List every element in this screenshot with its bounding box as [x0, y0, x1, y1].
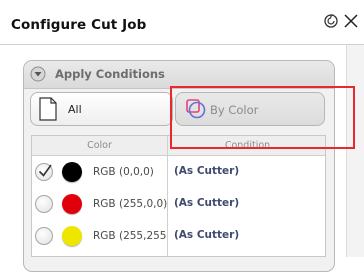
- checkmark-icon: [38, 164, 52, 177]
- collapse-chevron-icon[interactable]: [30, 66, 46, 82]
- column-header-condition: Condition: [224, 140, 271, 151]
- row-checkbox[interactable]: [35, 227, 53, 245]
- panel-title: Apply Conditions: [55, 67, 165, 81]
- color-swatch: [62, 226, 82, 246]
- dialog-title: Configure Cut Job: [11, 17, 147, 33]
- rgb-value: RGB (255,0,0): [93, 198, 167, 210]
- rgb-value: RGB (255,255,0): [93, 230, 167, 242]
- condition-value[interactable]: (As Cutter): [174, 197, 239, 209]
- apply-by-color-label: By Color: [210, 103, 259, 117]
- title-icons: [322, 12, 360, 30]
- apply-all-label: All: [68, 103, 82, 116]
- document-icon: [39, 97, 57, 121]
- apply-all-button[interactable]: All: [30, 92, 173, 126]
- table-row[interactable]: RGB (255,0,0) (As Cutter): [32, 193, 325, 224]
- column-header-color: Color: [87, 140, 112, 151]
- row-checkbox[interactable]: [35, 195, 53, 213]
- apply-by-color-button[interactable]: By Color: [175, 92, 325, 126]
- scrollbar-track[interactable]: [346, 45, 364, 257]
- color-swatch: [62, 194, 82, 214]
- table-header: Color Condition: [32, 136, 325, 156]
- dialog-titlebar: Configure Cut Job: [0, 0, 364, 45]
- color-swatch: [62, 162, 82, 182]
- table-row[interactable]: RGB (255,255,0) (As Cutter): [32, 225, 325, 256]
- color-squares-icon: [186, 99, 206, 119]
- panel-header[interactable]: Apply Conditions: [24, 61, 334, 89]
- rgb-value: RGB (0,0,0): [93, 166, 154, 178]
- color-condition-table: Color Condition RGB (0,0,0) (As Cutter) …: [31, 135, 326, 257]
- row-checkbox[interactable]: [35, 163, 53, 181]
- condition-value[interactable]: (As Cutter): [174, 229, 239, 241]
- refresh-icon[interactable]: [322, 12, 340, 30]
- table-row[interactable]: RGB (0,0,0) (As Cutter): [32, 161, 325, 192]
- condition-value[interactable]: (As Cutter): [174, 165, 239, 177]
- close-icon[interactable]: [342, 12, 360, 30]
